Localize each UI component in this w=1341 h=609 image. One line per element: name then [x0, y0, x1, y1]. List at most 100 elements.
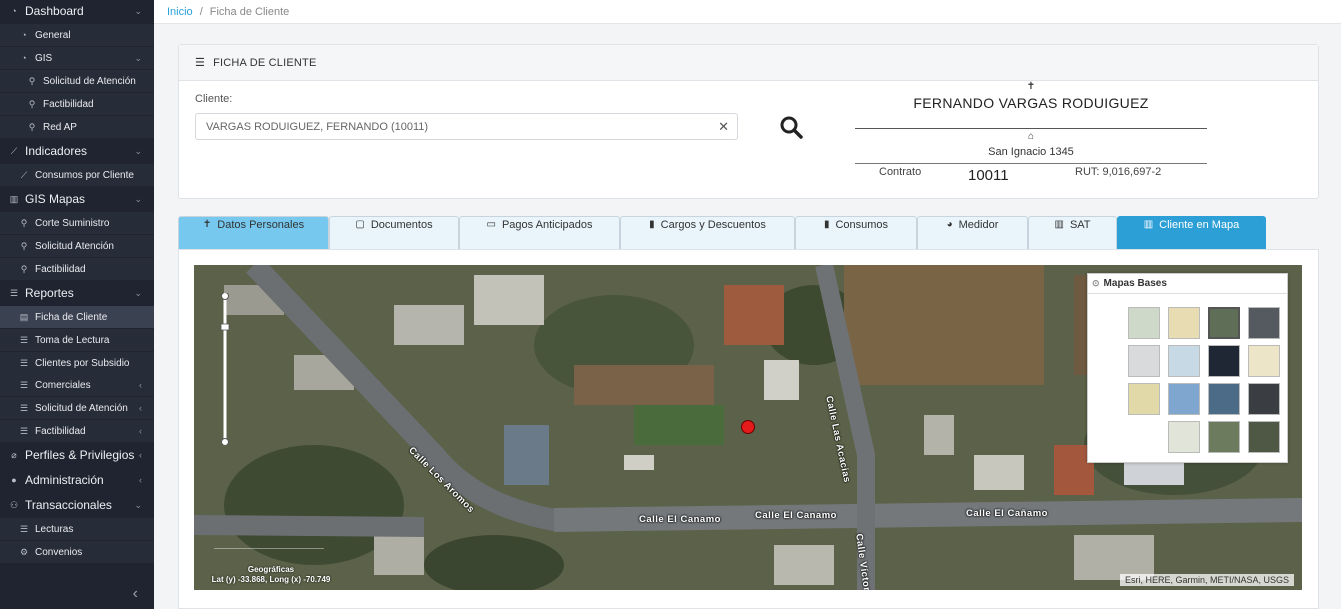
person-icon: ✝: [202, 219, 212, 230]
chevron-down-icon: ⌄: [134, 5, 142, 16]
zoom-slider[interactable]: [220, 292, 230, 446]
line-chart-icon: ⟋: [20, 169, 28, 180]
sidebar-item-factibilidad-reportes[interactable]: ☰ Factibilidad ‹: [0, 420, 154, 442]
client-label: Cliente:: [195, 93, 233, 105]
sidebar-item-gis[interactable]: ◔ GIS ⌄: [0, 47, 154, 69]
tab-sat[interactable]: ▥ SAT: [1028, 216, 1117, 250]
list-icon: ☰: [19, 357, 29, 368]
user-icon: ●: [11, 475, 17, 485]
sidebar-item-transaccionales[interactable]: ⚇ Transaccionales ⌄: [0, 494, 154, 516]
sidebar-item-red-ap[interactable]: ⚲ Red AP: [0, 116, 154, 138]
basemap-option[interactable]: [1128, 345, 1160, 377]
basemap-option[interactable]: [1128, 307, 1160, 339]
person-icon: ✝: [1026, 81, 1036, 92]
divider: [855, 163, 1207, 164]
dashboard-icon: ◔: [21, 53, 27, 63]
basemap-gallery-title: Mapas Bases: [1103, 278, 1167, 289]
bar-chart-icon: ▮: [823, 219, 830, 230]
list-icon: ☰: [195, 57, 206, 69]
sidebar-item-consumos-cliente[interactable]: ⟋ Consumos por Cliente: [0, 164, 154, 186]
sidebar-item-solicitud-atencion-gis[interactable]: ⚲ Solicitud Atención: [0, 235, 154, 257]
basemap-gallery-header[interactable]: ⊙ Mapas Bases: [1088, 274, 1287, 294]
tab-pagos-anticipados[interactable]: ▭ Pagos Anticipados: [459, 216, 620, 250]
dashboard-icon: ◔: [11, 6, 17, 16]
basemap-option[interactable]: [1168, 345, 1200, 377]
map-attribution: Esri, HERE, Garmin, METI/NASA, USGS: [1119, 574, 1294, 586]
zoom-slider-track: [220, 292, 230, 446]
coordinates-value: Lat (y) -33.868, Long (x) -70.749: [211, 575, 331, 584]
basemap-option[interactable]: [1128, 383, 1160, 415]
basemap-option[interactable]: [1248, 383, 1280, 415]
sidebar-collapse-button[interactable]: ‹: [0, 579, 154, 609]
scale-bar: [214, 537, 324, 549]
sidebar-item-perfiles[interactable]: ⌀ Perfiles & Privilegios ‹: [0, 444, 154, 466]
basemap-option[interactable]: [1208, 383, 1240, 415]
basemap-option[interactable]: [1168, 307, 1200, 339]
basemap-option[interactable]: [1248, 421, 1280, 453]
basemap-option[interactable]: [1208, 345, 1240, 377]
client-map[interactable]: Calle Las Acacias Calle Los Aromos Calle…: [194, 265, 1302, 590]
sidebar-item-lecturas[interactable]: ☰ Lecturas: [0, 518, 154, 540]
basemap-option-selected[interactable]: [1208, 307, 1240, 339]
breadcrumb-separator: /: [199, 5, 203, 18]
sidebar-item-factibilidad[interactable]: ⚲ Factibilidad: [0, 93, 154, 115]
chevron-left-icon: ‹: [139, 403, 142, 413]
client-name: FERNANDO VARGAS RODUIGUEZ: [913, 95, 1149, 111]
sidebar-item-indicadores[interactable]: ⟋ Indicadores ⌄: [0, 140, 154, 162]
basemap-option[interactable]: [1168, 421, 1200, 453]
sidebar-item-solicitud-atencion[interactable]: ⚲ Solicitud de Atención: [0, 70, 154, 92]
lock-icon: ⌀: [11, 449, 17, 460]
chevron-left-icon: ‹: [139, 380, 142, 390]
map-pin-icon: ⚲: [20, 263, 28, 274]
map-icon: ▥: [1054, 219, 1064, 230]
basemap-option[interactable]: [1208, 421, 1240, 453]
chevron-down-icon: ⌄: [134, 499, 142, 510]
contrato-label: Contrato: [879, 166, 922, 178]
tab-cargos-descuentos[interactable]: ▮ Cargos y Descuentos: [620, 216, 795, 250]
sidebar-item-convenios[interactable]: ⚙ Convenios: [0, 541, 154, 563]
sidebar-item-ficha-cliente[interactable]: ▤ Ficha de Cliente: [0, 306, 154, 328]
basemap-option[interactable]: [1248, 345, 1280, 377]
coordinates-readout: Geográficas Lat (y) -33.868, Long (x) -7…: [206, 565, 336, 585]
clear-icon[interactable]: ✕: [718, 119, 729, 135]
sidebar-item-clientes-subsidio[interactable]: ☰ Clientes por Subsidio: [0, 352, 154, 374]
chevron-down-icon: ⌄: [134, 52, 142, 63]
tab-medidor[interactable]: ◕ Medidor: [917, 216, 1028, 250]
list-icon: ☰: [9, 287, 19, 298]
sidebar-item-toma-lectura[interactable]: ☰ Toma de Lectura: [0, 329, 154, 351]
sidebar-item-gis-mapas[interactable]: ▥ GIS Mapas ⌄: [0, 188, 154, 210]
client-location-marker[interactable]: [741, 420, 755, 434]
line-chart-icon: ⟋: [10, 145, 18, 156]
document-icon: ▢: [355, 219, 365, 230]
street-label: Calle El Cañamo: [966, 508, 1048, 519]
sidebar-item-solicitud-atencion-reportes[interactable]: ☰ Solicitud de Atención ‹: [0, 397, 154, 419]
list-icon: ☰: [19, 379, 29, 390]
tab-documentos[interactable]: ▢ Documentos: [329, 216, 459, 250]
sidebar-item-reportes[interactable]: ☰ Reportes ⌄: [0, 282, 154, 304]
sidebar-item-comerciales[interactable]: ☰ Comerciales ‹: [0, 374, 154, 396]
chevron-left-icon: ‹: [132, 585, 138, 602]
chevron-down-icon: ⊙: [1092, 278, 1100, 288]
chevron-left-icon: ‹: [139, 450, 142, 460]
chevron-down-icon: ⌄: [134, 193, 142, 204]
divider: [855, 128, 1207, 129]
tab-cliente-en-mapa[interactable]: ▥ Cliente en Mapa: [1117, 216, 1266, 250]
sidebar-item-corte-suministro[interactable]: ⚲ Corte Suministro: [0, 212, 154, 234]
client-select-input[interactable]: VARGAS RODUIGUEZ, FERNANDO (10011) ✕: [195, 113, 738, 140]
tab-consumos[interactable]: ▮ Consumos: [795, 216, 917, 250]
map-icon: ▥: [9, 193, 19, 204]
search-button[interactable]: [779, 115, 805, 141]
list-icon: ☰: [19, 334, 29, 345]
breadcrumb: Inicio / Ficha de Cliente: [154, 0, 1341, 24]
basemap-option[interactable]: [1248, 307, 1280, 339]
breadcrumb-home-link[interactable]: Inicio: [167, 6, 193, 18]
sidebar: ◔ Dashboard ⌄ ◔ General ◔ GIS ⌄ ⚲ Solicitud de…: [0, 0, 154, 609]
sidebar-item-factibilidad-gis[interactable]: ⚲ Factibilidad: [0, 258, 154, 280]
sidebar-item-dashboard[interactable]: ◔ Dashboard ⌄: [0, 0, 154, 22]
sidebar-item-general[interactable]: ◔ General: [0, 24, 154, 46]
sidebar-item-administracion[interactable]: ● Administración ‹: [0, 469, 154, 491]
map-pin-icon: ⚲: [28, 98, 36, 109]
basemap-option[interactable]: [1168, 383, 1200, 415]
tab-datos-personales[interactable]: ✝ Datos Personales: [178, 216, 329, 250]
chevron-down-icon: ⌄: [134, 145, 142, 156]
